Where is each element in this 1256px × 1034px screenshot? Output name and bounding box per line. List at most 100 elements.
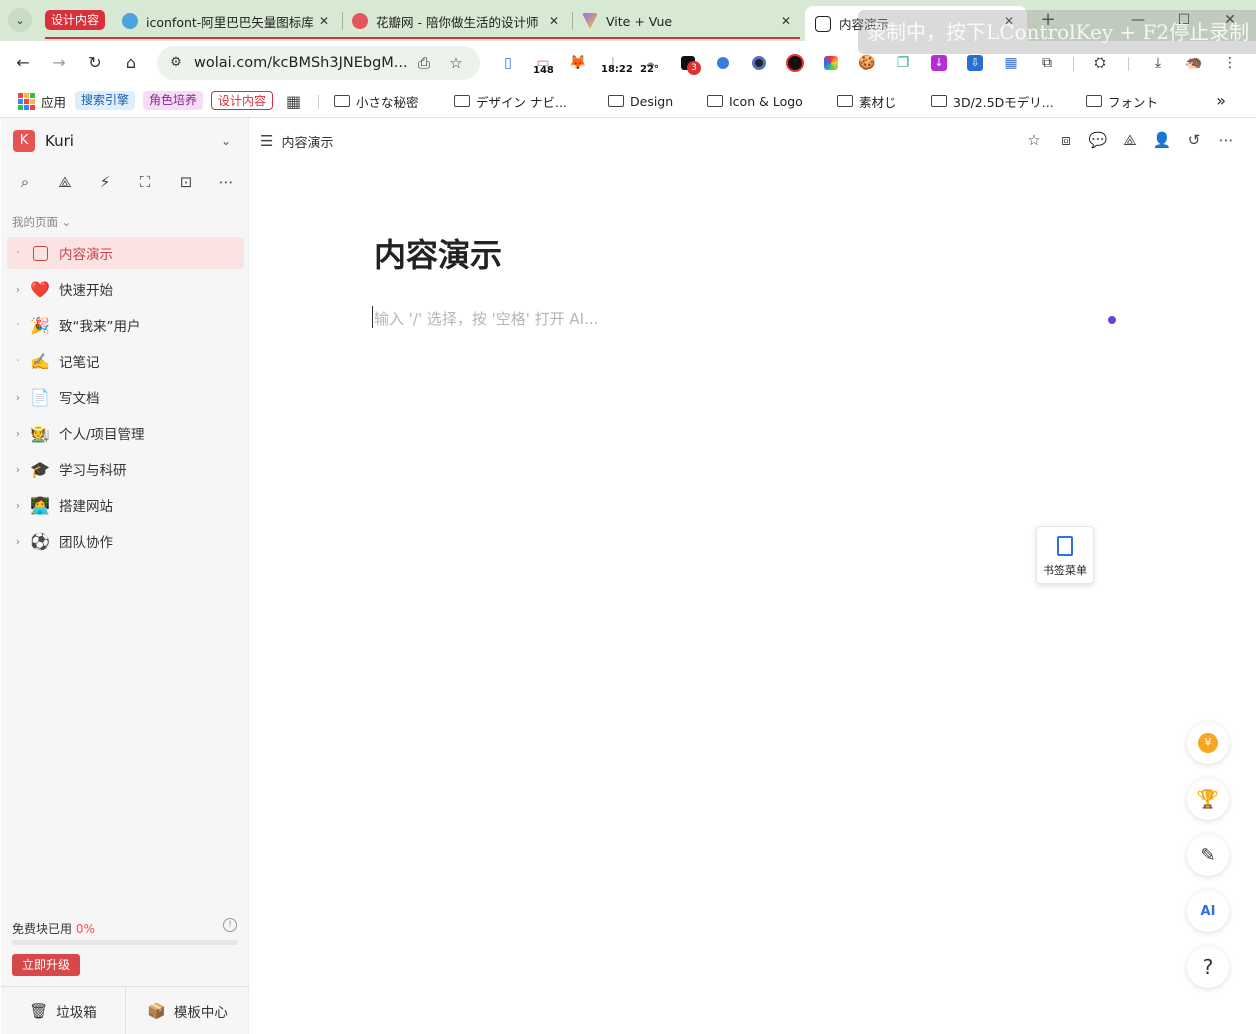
bookmark-menu-button[interactable]: 书签菜单 bbox=[1036, 526, 1094, 584]
bookmark-folder[interactable]: 小さな秘密 bbox=[334, 91, 419, 111]
extension-colorful-icon[interactable] bbox=[819, 51, 843, 75]
trash-button[interactable]: 🗑 垃圾箱 bbox=[1, 987, 125, 1034]
profile-avatar-icon[interactable]: 🦔 bbox=[1182, 51, 1206, 75]
extension-blue-dot-icon[interactable] bbox=[711, 51, 735, 75]
breadcrumb: ☰ 内容演示 bbox=[260, 132, 333, 151]
bookmark-group-search[interactable]: 搜索引擎 bbox=[75, 91, 136, 110]
bookmark-folder[interactable]: 3D/2.5Dモデリ... bbox=[931, 91, 1054, 111]
address-bar[interactable]: ⚙ wolai.com/kcBMSh3JNEbgM... ⎙ ☆ bbox=[157, 46, 480, 80]
extension-clock-icon[interactable]: ⏐ 18:22 bbox=[601, 51, 633, 76]
presentation-icon[interactable]: ⧈ bbox=[1056, 130, 1076, 150]
sidebar-item-team[interactable]: › ⚽ 团队协作 bbox=[7, 525, 244, 557]
bookmark-apps[interactable]: 应用 bbox=[18, 91, 66, 111]
chevron-right-icon[interactable]: › bbox=[7, 463, 29, 476]
extension-grid-icon[interactable]: ▦ bbox=[999, 51, 1023, 75]
extension-notify-icon[interactable]: 3 bbox=[676, 51, 701, 75]
close-icon[interactable]: ✕ bbox=[546, 13, 562, 29]
section-my-pages[interactable]: 我的页面 ⌄ bbox=[12, 214, 71, 230]
home-icon[interactable]: ⌂ bbox=[119, 51, 143, 75]
bookmark-grid-icon[interactable]: ▦ bbox=[286, 91, 301, 111]
sidebar-item-notes[interactable]: · ✍️ 记笔记 bbox=[7, 345, 244, 377]
forward-arrow-icon[interactable]: → bbox=[47, 51, 71, 75]
back-arrow-icon[interactable]: ← bbox=[11, 51, 35, 75]
page-title[interactable]: 内容演示 bbox=[374, 230, 502, 276]
workspace-switcher[interactable]: K Kuri bbox=[13, 130, 74, 152]
extensions-puzzle-icon[interactable]: ⧉ bbox=[1035, 51, 1059, 75]
extension-weather-icon[interactable]: ☁ 22° bbox=[638, 51, 662, 76]
help-button[interactable]: ? bbox=[1187, 946, 1229, 988]
tab-group-label[interactable]: 设计内容 bbox=[45, 10, 106, 30]
sidebar-item-docs[interactable]: › 📄 写文档 bbox=[7, 381, 244, 413]
folder-icon bbox=[931, 95, 947, 107]
extension-purple-download-icon[interactable]: ↓ bbox=[927, 51, 951, 75]
more-icon[interactable]: ⋯ bbox=[216, 172, 236, 192]
favorite-star-icon[interactable]: ☆ bbox=[1024, 130, 1044, 150]
tab-search-button[interactable]: ⌄ bbox=[8, 8, 32, 32]
graph-icon[interactable]: ⟁ bbox=[55, 172, 75, 192]
reload-icon[interactable]: ↻ bbox=[83, 51, 107, 75]
url-text[interactable]: wolai.com/kcBMSh3JNEbgM... bbox=[194, 46, 408, 80]
sidebar-item-project-management[interactable]: › 🧑‍🌾 个人/项目管理 bbox=[7, 417, 244, 449]
bookmark-group-character[interactable]: 角色培养 bbox=[143, 91, 204, 110]
bookmark-folder[interactable]: デザイン ナビ... bbox=[454, 91, 567, 111]
sidebar-item-website[interactable]: › 👩‍💻 搭建网站 bbox=[7, 489, 244, 521]
chevron-right-icon[interactable]: › bbox=[7, 391, 29, 404]
history-icon[interactable]: ↺ bbox=[1184, 130, 1204, 150]
inbox-icon[interactable]: ⊡ bbox=[176, 172, 196, 192]
tab-iconfont[interactable]: iconfont-阿里巴巴矢量图标库 ✕ bbox=[122, 6, 332, 36]
feedback-button[interactable]: ✎ bbox=[1187, 834, 1229, 876]
extension-phone-icon[interactable]: ▯ bbox=[496, 51, 520, 75]
sidebar-toolbar: ⌕ ⟁ ⚡ ⛶ ⊡ ⋯ bbox=[13, 172, 243, 192]
site-info-icon[interactable]: ⚙ bbox=[167, 54, 185, 72]
extension-dark-circle-icon[interactable] bbox=[783, 51, 807, 75]
extension-color-ring-icon[interactable] bbox=[747, 51, 771, 75]
trophy-button[interactable]: 🏆 bbox=[1187, 778, 1229, 820]
bookmark-star-icon[interactable]: ☆ bbox=[447, 54, 465, 72]
bookmark-folder[interactable]: Design bbox=[608, 91, 673, 111]
bookmark-folder[interactable]: フォント bbox=[1086, 91, 1158, 111]
extension-blue-download-icon[interactable]: ⇩ bbox=[963, 51, 987, 75]
lightning-icon[interactable]: ⚡ bbox=[95, 172, 115, 192]
chevron-down-icon[interactable]: ⌄ bbox=[221, 134, 231, 148]
chevron-right-icon[interactable]: › bbox=[7, 499, 29, 512]
breadcrumb-item[interactable]: 内容演示 bbox=[281, 132, 333, 151]
bookmark-group-design[interactable]: 设计内容 bbox=[211, 91, 274, 110]
bookmark-folder[interactable]: Icon & Logo bbox=[707, 91, 803, 111]
coin-button[interactable]: ¥ bbox=[1187, 722, 1229, 764]
ai-icon: AI bbox=[1200, 903, 1216, 919]
focus-frame-icon[interactable]: ⛶ bbox=[135, 172, 155, 192]
tab-vite-vue[interactable]: Vite + Vue ✕ bbox=[582, 6, 794, 36]
browser-menu-icon[interactable]: ⋮ bbox=[1218, 51, 1242, 75]
template-center-button[interactable]: 📦 模板中心 bbox=[126, 987, 249, 1034]
info-icon[interactable]: ! bbox=[223, 918, 237, 932]
sidebar-item-quick-start[interactable]: › ❤️ 快速开始 bbox=[7, 273, 244, 305]
menu-toggle-icon[interactable]: ☰ bbox=[260, 132, 273, 150]
downloads-icon[interactable]: ⤓ bbox=[1146, 51, 1170, 75]
extension-cookie-icon[interactable]: 🍪 bbox=[855, 51, 879, 75]
bullet-icon: · bbox=[15, 317, 21, 333]
ai-assistant-button[interactable]: AI bbox=[1187, 890, 1229, 932]
more-options-icon[interactable]: ⋯ bbox=[1216, 130, 1236, 150]
extension-squares-icon[interactable]: ❐ bbox=[891, 51, 915, 75]
install-app-icon[interactable]: ⎙ bbox=[415, 54, 433, 72]
close-icon[interactable]: ✕ bbox=[316, 13, 332, 29]
editor-input[interactable]: 输入 '/' 选择，按 '空格' 打开 AI... bbox=[374, 308, 598, 329]
bookmark-folder[interactable]: 素材じ bbox=[837, 91, 897, 111]
share-graph-icon[interactable]: ⟁ bbox=[1120, 130, 1140, 150]
search-icon[interactable]: ⌕ bbox=[15, 172, 35, 192]
add-member-icon[interactable]: 👤 bbox=[1152, 130, 1172, 150]
tab-huaban[interactable]: 花瓣网 - 陪你做生活的设计师 ✕ bbox=[352, 6, 562, 36]
comment-icon[interactable]: 💬 bbox=[1088, 130, 1108, 150]
more-bookmarks-chevron-icon[interactable]: » bbox=[1216, 91, 1226, 110]
sidebar-item-content-demo[interactable]: · 内容演示 bbox=[7, 237, 244, 269]
upgrade-button[interactable]: 立即升级 bbox=[12, 954, 81, 976]
sidebar-item-study[interactable]: › 🎓 学习与科研 bbox=[7, 453, 244, 485]
chevron-right-icon[interactable]: › bbox=[7, 283, 29, 296]
sidebar-item-welcome[interactable]: · 🎉 致“我来”用户 bbox=[7, 309, 244, 341]
extension-robot-icon[interactable]: ⛭ bbox=[1088, 51, 1112, 75]
chevron-right-icon[interactable]: › bbox=[7, 535, 29, 548]
extension-fox-icon[interactable]: 🦊 bbox=[566, 51, 590, 75]
chevron-right-icon[interactable]: › bbox=[7, 427, 29, 440]
close-icon[interactable]: ✕ bbox=[778, 13, 794, 29]
extension-calendar-icon[interactable]: ▭ 148 bbox=[531, 51, 555, 76]
